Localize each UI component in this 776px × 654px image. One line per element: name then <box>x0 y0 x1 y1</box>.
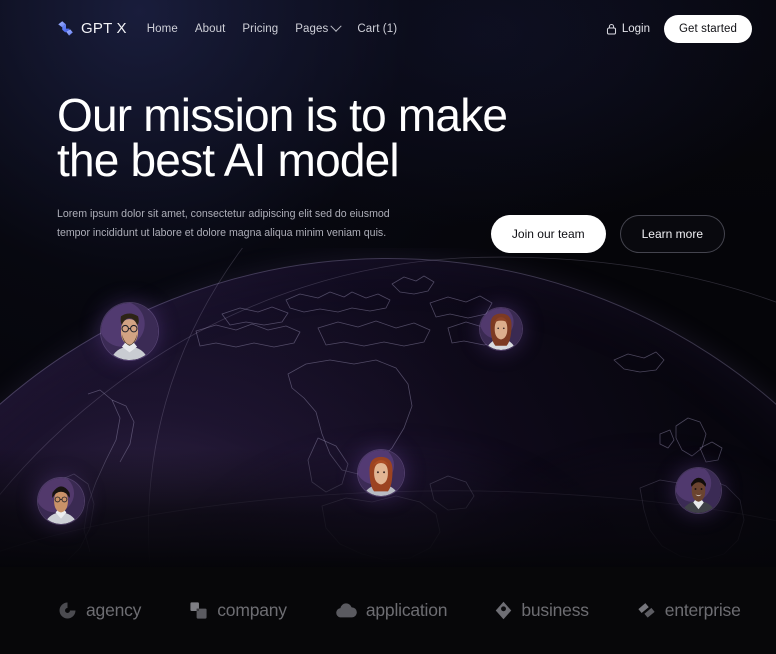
header-actions: Login Get started <box>606 14 752 43</box>
pinwheel-squares-icon <box>58 21 73 36</box>
slashed-square-icon <box>638 603 655 618</box>
avatar-auburn-woman-blazer[interactable] <box>358 450 404 496</box>
login-label: Login <box>621 22 650 35</box>
partner-logo-enterprise-label: enterprise <box>664 600 741 620</box>
avatar-portrait <box>38 478 84 524</box>
partner-logo-agency[interactable]: agency <box>58 600 141 621</box>
overlapping-squares-icon <box>190 602 207 619</box>
chevron-down-icon <box>330 20 343 32</box>
partner-logo-business[interactable]: business <box>495 600 589 621</box>
diamond-icon <box>496 601 512 620</box>
avatar-portrait <box>480 308 522 350</box>
lock-icon <box>606 23 616 35</box>
nav-item-cart[interactable]: Cart (1) <box>357 23 397 35</box>
get-started-button[interactable]: Get started <box>664 14 752 43</box>
login-link[interactable]: Login <box>606 23 650 35</box>
site-header: GPT X Home About Pricing Pages Cart (1) <box>0 0 776 57</box>
partner-logo-application[interactable]: application <box>335 600 448 621</box>
nav-item-cart-label: Cart (1) <box>357 22 398 35</box>
partner-logo-company[interactable]: company <box>189 600 287 621</box>
partner-logo-agency-label: agency <box>86 600 142 620</box>
partner-logo-strip: agency company application business ente… <box>0 567 776 654</box>
nav-item-pages-label: Pages <box>295 22 329 35</box>
avatar-young-man-glasses[interactable] <box>38 478 84 524</box>
nav-item-pricing[interactable]: Pricing <box>242 23 278 35</box>
hero-subcopy: Lorem ipsum dolor sit amet, consectetur … <box>57 208 390 239</box>
nav-item-home-label: Home <box>146 22 178 35</box>
join-our-team-button[interactable]: Join our team <box>490 215 606 253</box>
avatar-portrait <box>358 450 404 496</box>
hero-subrow: Lorem ipsum dolor sit amet, consectetur … <box>57 205 746 253</box>
globe-illustration <box>0 248 776 568</box>
nav-item-about[interactable]: About <box>195 23 226 35</box>
partner-logo-company-label: company <box>217 600 287 620</box>
nav-item-pricing-label: Pricing <box>242 22 279 35</box>
partner-logo-business-label: business <box>521 600 589 620</box>
ring-cut-icon <box>59 602 76 619</box>
cloud-icon <box>336 603 357 618</box>
learn-more-button[interactable]: Learn more <box>619 215 725 253</box>
brand-name: GPT X <box>81 20 127 37</box>
avatar-red-haired-woman[interactable] <box>480 308 522 350</box>
landing-page: GPT X Home About Pricing Pages Cart (1) <box>0 0 776 654</box>
avatar-portrait <box>676 468 721 513</box>
avatar-smiling-man-dark-shirt[interactable] <box>676 468 721 513</box>
nav-item-about-label: About <box>194 22 226 35</box>
partner-logo-enterprise[interactable]: enterprise <box>637 600 741 621</box>
main-navigation: Home About Pricing Pages Cart (1) <box>147 20 397 35</box>
brand-logo[interactable]: GPT X <box>57 20 127 37</box>
page-title: Our mission is to make the best AI model <box>57 89 508 186</box>
nav-item-home[interactable]: Home <box>147 23 178 35</box>
hero-cta-group: Join our team Learn more <box>490 215 746 253</box>
avatar-portrait <box>101 303 158 360</box>
nav-item-pages[interactable]: Pages <box>295 20 343 35</box>
avatar-bearded-man-glasses[interactable] <box>101 303 158 360</box>
hero-section: Our mission is to make the best AI model… <box>57 89 746 253</box>
partner-logo-application-label: application <box>365 600 448 620</box>
